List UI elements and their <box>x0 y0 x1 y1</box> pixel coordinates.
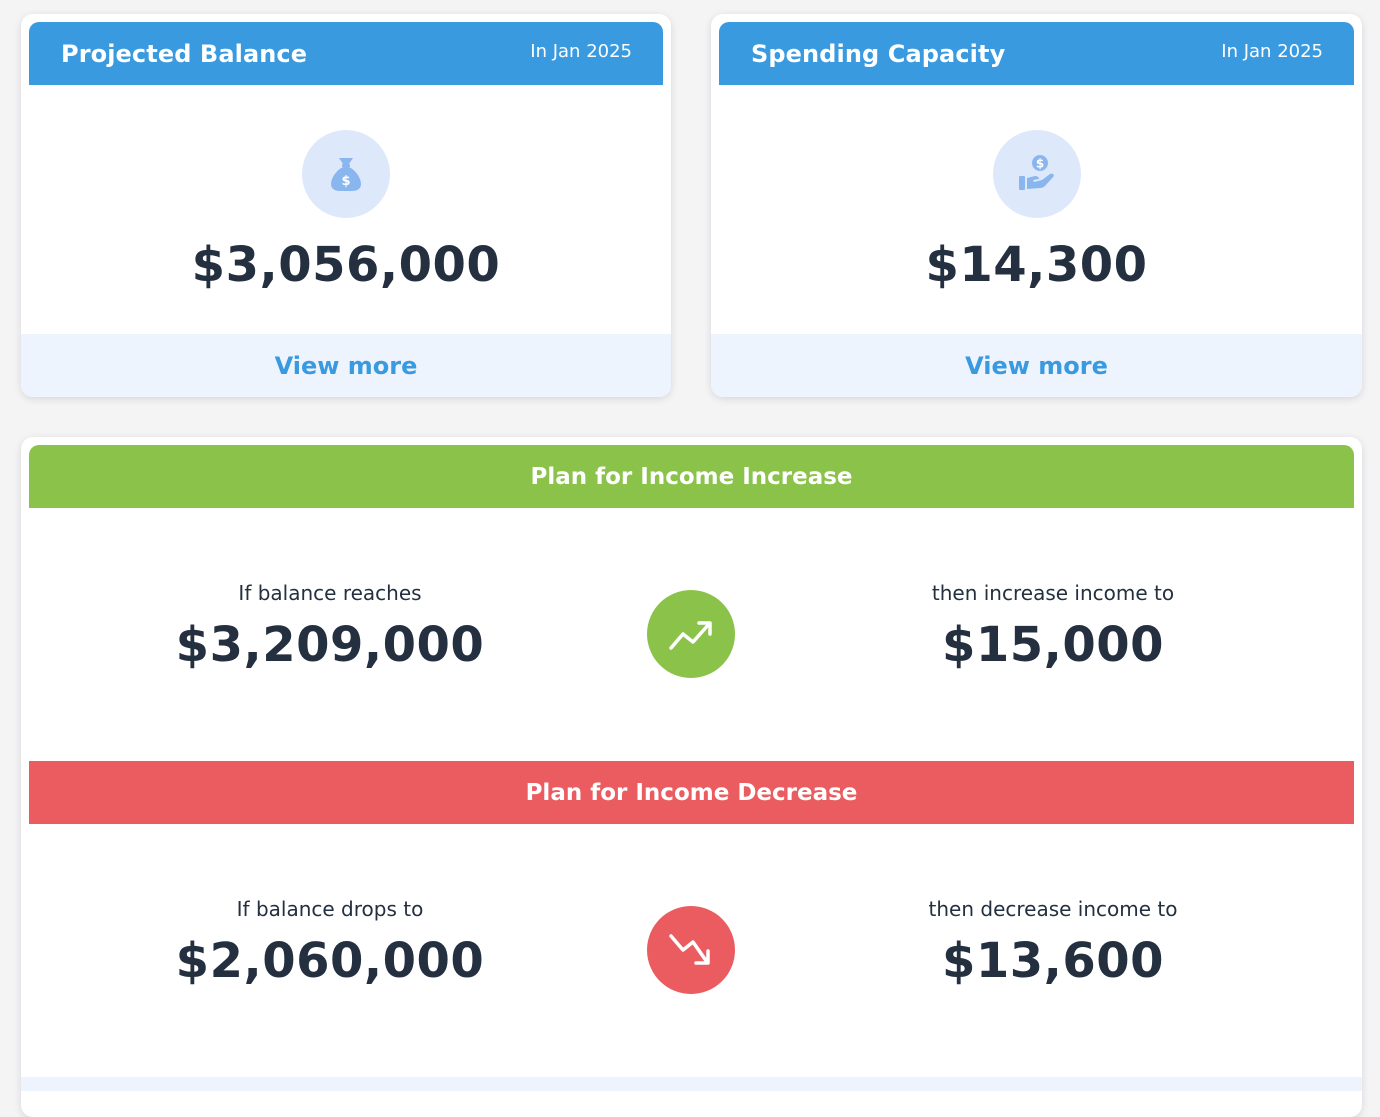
decrease-right-label: then decrease income to <box>928 897 1178 921</box>
income-decrease-header: Plan for Income Decrease <box>29 761 1354 824</box>
increase-right-label: then increase income to <box>931 581 1175 605</box>
income-plan-card: Plan for Income Increase If balance reac… <box>21 437 1362 1117</box>
spending-capacity-title: Spending Capacity <box>751 39 1006 68</box>
svg-text:$: $ <box>341 174 350 189</box>
increase-left-label: If balance reaches <box>238 581 422 605</box>
increase-right-value: $15,000 <box>941 617 1165 673</box>
spending-capacity-date: In Jan 2025 <box>1221 41 1323 62</box>
income-plan-footer <box>21 1077 1362 1091</box>
decrease-left-value: $2,060,000 <box>175 933 485 989</box>
spending-capacity-header: Spending Capacity In Jan 2025 <box>719 22 1354 85</box>
decrease-right-value: $13,600 <box>941 933 1165 989</box>
decrease-left-label: If balance drops to <box>236 897 424 921</box>
projected-balance-header: Projected Balance In Jan 2025 <box>29 22 663 85</box>
decrease-left-column: If balance drops to $2,060,000 <box>130 897 530 989</box>
trend-down-icon <box>647 906 735 994</box>
money-bag-icon: $ <box>302 130 390 218</box>
increase-left-value: $3,209,000 <box>175 617 485 673</box>
projected-balance-title: Projected Balance <box>61 39 308 68</box>
hand-dollar-icon: $ <box>993 130 1081 218</box>
increase-right-column: then increase income to $15,000 <box>853 581 1253 673</box>
spending-capacity-card: Spending Capacity In Jan 2025 $ $14,300 … <box>711 14 1362 397</box>
increase-left-column: If balance reaches $3,209,000 <box>130 581 530 673</box>
projected-balance-value: $3,056,000 <box>191 237 501 293</box>
spending-capacity-view-more-button[interactable]: View more <box>711 334 1362 397</box>
projected-balance-card: Projected Balance In Jan 2025 $ $3,056,0… <box>21 14 671 397</box>
svg-text:$: $ <box>1036 157 1044 171</box>
trend-up-icon <box>647 590 735 678</box>
projected-balance-view-more-button[interactable]: View more <box>21 334 671 397</box>
income-increase-header: Plan for Income Increase <box>29 445 1354 508</box>
projected-balance-date: In Jan 2025 <box>530 41 632 62</box>
spending-capacity-value: $14,300 <box>925 237 1148 293</box>
decrease-right-column: then decrease income to $13,600 <box>853 897 1253 989</box>
